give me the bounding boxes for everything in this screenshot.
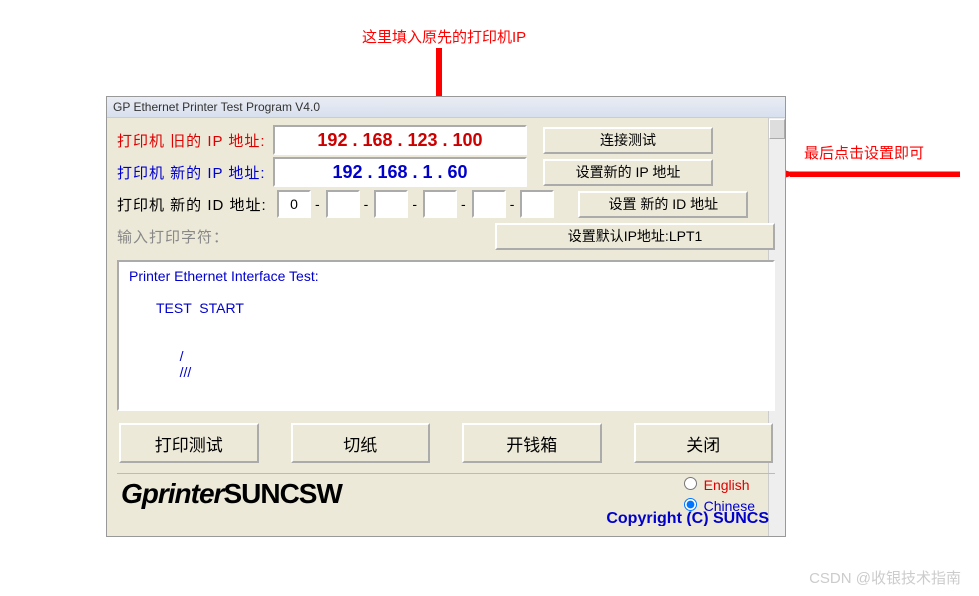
input-old-ip[interactable]: 192 . 168 . 123 . 100 <box>273 125 527 155</box>
open-drawer-button[interactable]: 开钱箱 <box>462 423 602 463</box>
log-line-4: /// <box>180 364 192 380</box>
id-sep-5: - <box>510 196 515 212</box>
annotation-top: 这里填入原先的打印机IP <box>362 26 526 47</box>
set-default-ip-button[interactable]: 设置默认IP地址:LPT1 <box>495 223 775 250</box>
app-window: GP Ethernet Printer Test Program V4.0 打印… <box>106 96 786 537</box>
watermark: CSDN @收银技术指南 <box>809 567 961 588</box>
label-english: English <box>704 477 750 493</box>
logo: GprinterSUNCSW <box>121 478 342 510</box>
log-box: Printer Ethernet Interface Test: TEST ST… <box>117 260 775 411</box>
label-new-id: 打印机 新的 ID 地址: <box>117 194 267 215</box>
connect-test-button[interactable]: 连接测试 <box>543 127 713 154</box>
footer: GprinterSUNCSW English Chinese Copyright… <box>117 473 775 526</box>
close-button[interactable]: 关闭 <box>634 423 774 463</box>
logo-gprinter: Gprinter <box>121 478 223 509</box>
id-input-0[interactable] <box>277 190 311 218</box>
id-input-5[interactable] <box>520 190 554 218</box>
window-title: GP Ethernet Printer Test Program V4.0 <box>107 97 785 118</box>
set-new-ip-button[interactable]: 设置新的 IP 地址 <box>543 159 713 186</box>
id-input-2[interactable] <box>374 190 408 218</box>
id-sep-3: - <box>412 196 417 212</box>
set-new-id-button[interactable]: 设置 新的 ID 地址 <box>578 191 748 218</box>
copyright-text: Copyright (C) SUNCS <box>606 510 769 526</box>
id-sep-1: - <box>315 196 320 212</box>
annotation-right: 最后点击设置即可 <box>804 142 924 163</box>
id-field-group: - - - - - <box>273 190 556 218</box>
log-line-2: TEST START <box>156 300 244 316</box>
window-content: 打印机 旧的 IP 地址: 192 . 168 . 123 . 100 连接测试… <box>107 118 785 536</box>
label-print-chars: 输入打印字符： <box>117 226 267 247</box>
arrow-right-icon <box>770 162 960 186</box>
log-line-1: Printer Ethernet Interface Test: <box>129 268 319 284</box>
row-old-ip: 打印机 旧的 IP 地址: 192 . 168 . 123 . 100 连接测试 <box>117 124 775 156</box>
label-new-ip: 打印机 新的 IP 地址: <box>117 162 267 183</box>
row-print-chars: 输入打印字符： 设置默认IP地址:LPT1 <box>117 220 775 252</box>
logo-suncsw: SUNCSW <box>223 478 341 509</box>
id-sep-2: - <box>364 196 369 212</box>
print-test-button[interactable]: 打印测试 <box>119 423 259 463</box>
id-input-3[interactable] <box>423 190 457 218</box>
action-row: 打印测试 切纸 开钱箱 关闭 <box>117 417 775 473</box>
log-line-3: / <box>180 348 184 364</box>
id-input-4[interactable] <box>472 190 506 218</box>
id-input-1[interactable] <box>326 190 360 218</box>
cut-paper-button[interactable]: 切纸 <box>291 423 431 463</box>
id-sep-4: - <box>461 196 466 212</box>
row-new-id: 打印机 新的 ID 地址: - - - - - 设置 新的 ID 地址 <box>117 188 775 220</box>
label-old-ip: 打印机 旧的 IP 地址: <box>117 130 267 151</box>
radio-english[interactable]: English <box>679 474 755 495</box>
row-new-ip: 打印机 新的 IP 地址: 192 . 168 . 1 . 60 设置新的 IP… <box>117 156 775 188</box>
input-new-ip[interactable]: 192 . 168 . 1 . 60 <box>273 157 527 187</box>
